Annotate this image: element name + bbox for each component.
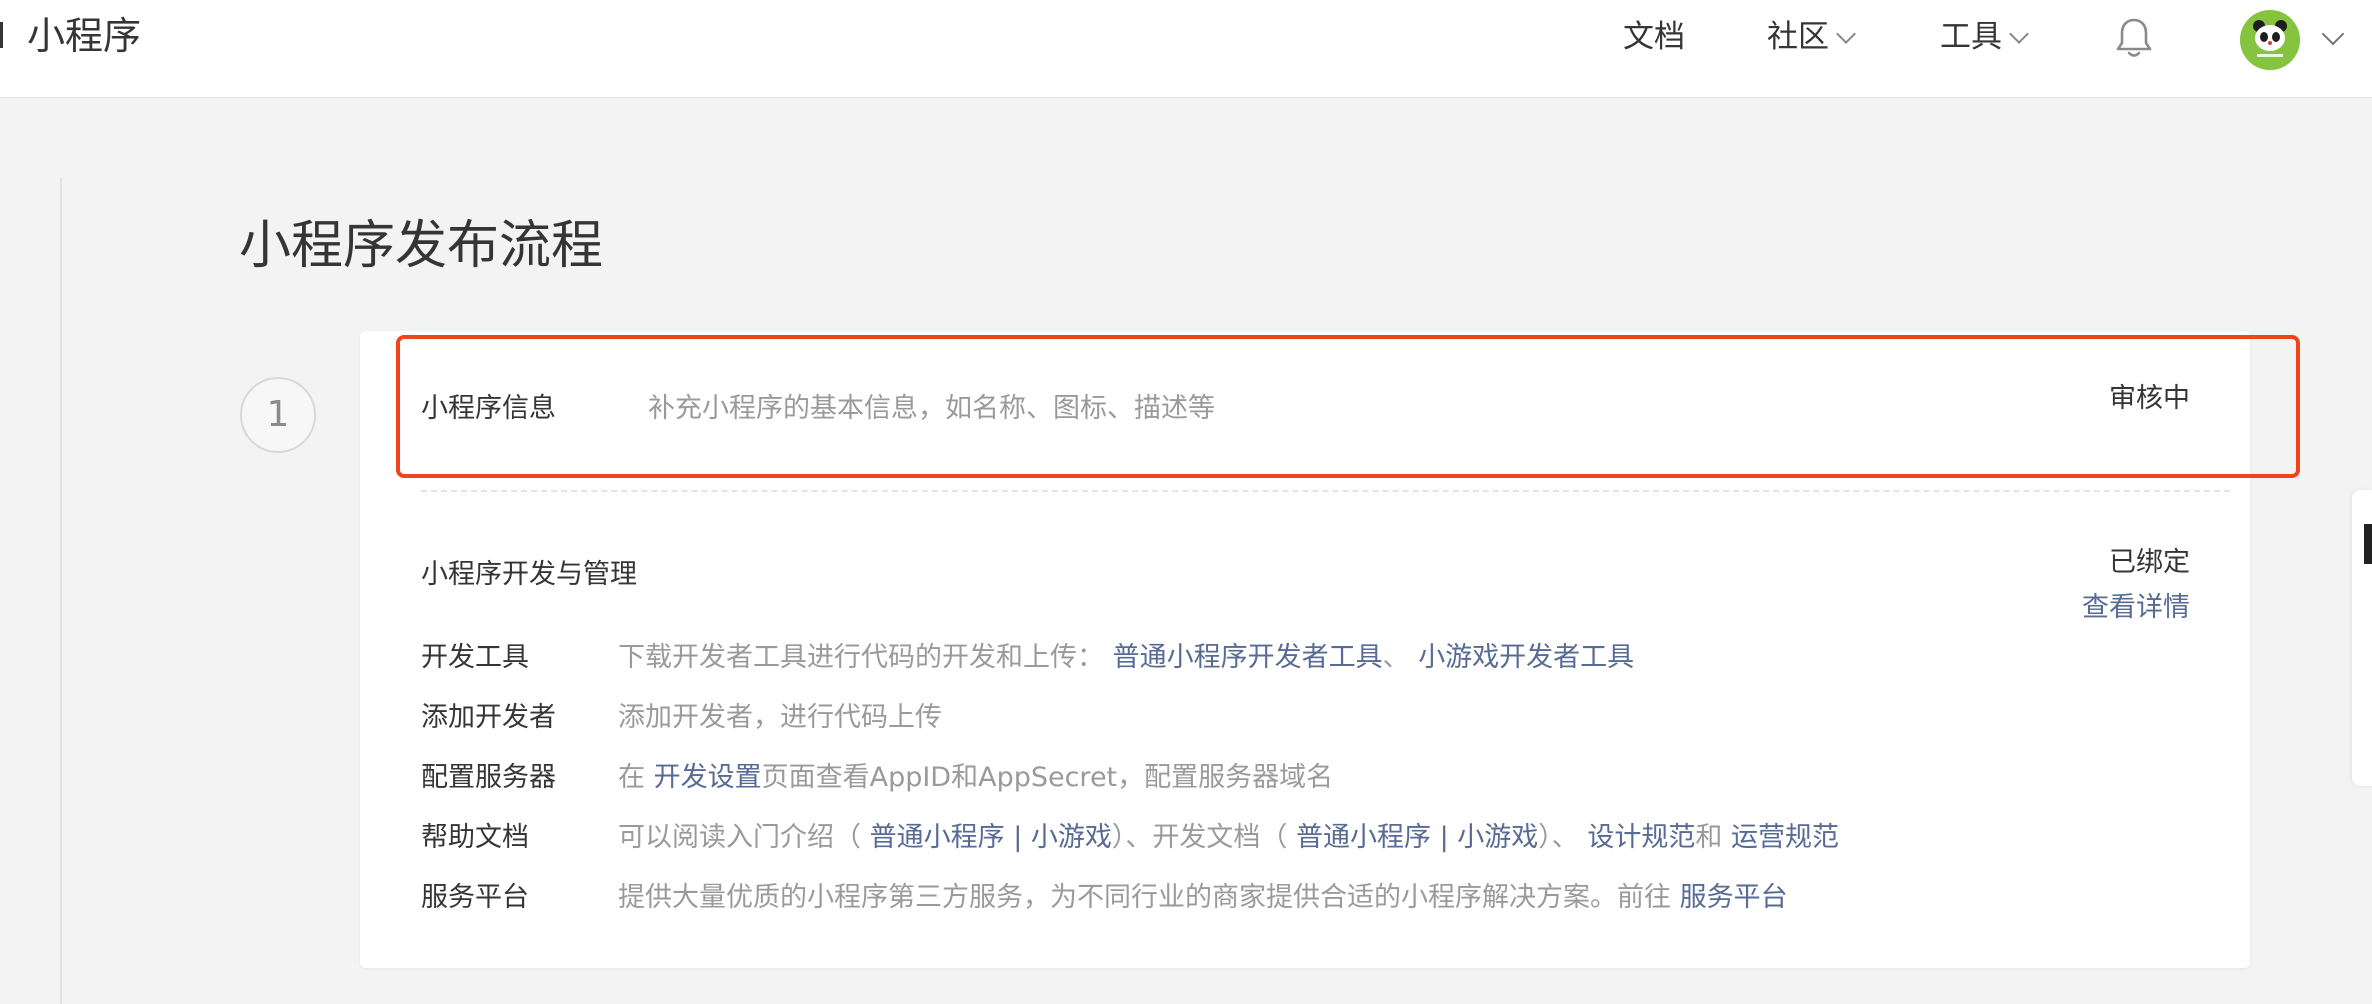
help-docs-row: 帮助文档 可以阅读入门介绍（ 普通小程序 | 小游戏）、开发文档（ 普通小程序 |… [421, 818, 1839, 858]
account-menu-chevron-icon[interactable] [2321, 22, 2345, 46]
nav-community[interactable]: 社区 [1767, 14, 1856, 60]
step-number-badge: 1 [240, 377, 316, 453]
nav-tools-label: 工具 [1940, 19, 2002, 55]
side-tab-icon [2364, 524, 2372, 564]
row-text: 添加开发者，进行代码上传 [618, 702, 942, 733]
bell-icon[interactable] [2114, 16, 2154, 60]
intro-mini-game-link[interactable]: 小游戏 [1031, 822, 1112, 853]
header-divider [0, 22, 3, 48]
avatar[interactable] [2240, 10, 2300, 70]
separator-bar: | [1013, 822, 1023, 853]
nav-tools[interactable]: 工具 [1940, 14, 2029, 60]
docs-mini-game-link[interactable]: 小游戏 [1457, 822, 1538, 853]
row-text: 页面查看AppID和AppSecret，配置服务器域名 [761, 762, 1334, 793]
mini-program-devtools-link[interactable]: 普通小程序开发者工具 [1113, 642, 1383, 673]
nav-docs[interactable]: 文档 [1623, 14, 1685, 60]
separator-bar: | [1439, 822, 1449, 853]
service-platform-row: 服务平台 提供大量优质的小程序第三方服务，为不同行业的商家提供合适的小程序解决方案… [421, 878, 1788, 918]
top-navigation-bar: 小程序 文档 社区 工具 [0, 0, 2372, 98]
dev-management-title: 小程序开发与管理 [421, 559, 637, 590]
app-title[interactable]: 小程序 [27, 8, 141, 64]
mini-program-info-description: 补充小程序的基本信息，如名称、图标、描述等 [648, 393, 1215, 424]
row-label: 开发工具 [421, 642, 529, 673]
row-prefix: 可以阅读入门介绍（ [618, 822, 861, 853]
operation-guidelines-link[interactable]: 运营规范 [1731, 822, 1839, 853]
mini-game-devtools-link[interactable]: 小游戏开发者工具 [1418, 642, 1634, 673]
nav-community-label: 社区 [1767, 19, 1829, 55]
left-divider [60, 178, 62, 1004]
dev-tools-row: 开发工具 下载开发者工具进行代码的开发和上传： 普通小程序开发者工具、 小游戏开发… [421, 638, 1634, 678]
row-label: 添加开发者 [421, 702, 556, 733]
separator: 、 [1382, 642, 1410, 673]
page-title: 小程序发布流程 [239, 215, 604, 276]
design-guidelines-link[interactable]: 设计规范 [1587, 822, 1695, 853]
row-end: ）、 [1538, 822, 1579, 853]
dev-settings-link[interactable]: 开发设置 [654, 762, 762, 793]
mini-program-info-label[interactable]: 小程序信息 [421, 389, 556, 429]
chevron-down-icon [1836, 24, 1856, 44]
bound-status: 已绑定 [2109, 547, 2190, 578]
row-label: 帮助文档 [421, 822, 529, 853]
nav-docs-label: 文档 [1623, 19, 1685, 55]
row-text: 下载开发者工具进行代码的开发和上传： [618, 642, 1104, 673]
row-mid: ）、开发文档（ [1111, 822, 1288, 853]
row-label: 服务平台 [421, 882, 529, 913]
row-and: 和 [1695, 822, 1723, 853]
section-divider [421, 490, 2230, 492]
intro-mini-program-link[interactable]: 普通小程序 [870, 822, 1005, 853]
side-floating-tab[interactable] [2352, 490, 2372, 786]
row-prefix: 在 [618, 762, 645, 793]
configure-server-row: 配置服务器 在 开发设置页面查看AppID和AppSecret，配置服务器域名 [421, 758, 1333, 798]
row-label: 配置服务器 [421, 762, 556, 793]
docs-mini-program-link[interactable]: 普通小程序 [1296, 822, 1431, 853]
row-text: 提供大量优质的小程序第三方服务，为不同行业的商家提供合适的小程序解决方案。前往 [618, 882, 1671, 913]
review-status: 审核中 [2109, 383, 2190, 414]
panda-avatar-icon [2240, 10, 2300, 70]
add-developer-row: 添加开发者 添加开发者，进行代码上传 [421, 698, 942, 738]
chevron-down-icon [2009, 24, 2029, 44]
service-platform-link[interactable]: 服务平台 [1680, 882, 1788, 913]
view-details-link[interactable]: 查看详情 [2082, 588, 2190, 628]
